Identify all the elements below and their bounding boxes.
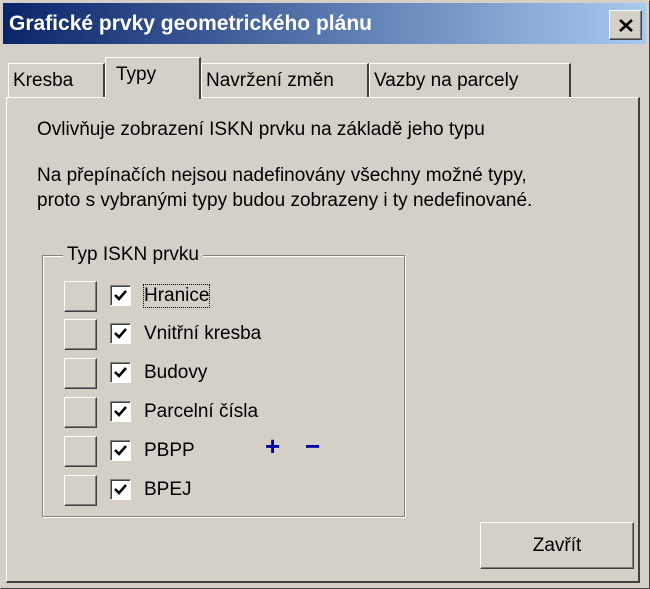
color-button-parcelni-cisla[interactable] bbox=[64, 397, 97, 428]
check-icon bbox=[114, 290, 127, 301]
tab-label: Navržení změn bbox=[206, 70, 334, 91]
check-icon bbox=[114, 445, 127, 456]
checkbox-budovy[interactable] bbox=[110, 362, 131, 383]
zoom-out-button[interactable]: − bbox=[305, 433, 320, 459]
check-icon bbox=[114, 367, 127, 378]
description-line-2: Na přepínačích nejsou nadefinovány všech… bbox=[37, 165, 527, 186]
tab-label: Typy bbox=[116, 64, 157, 85]
tab-typy[interactable]: Typy bbox=[105, 57, 201, 99]
window-title: Grafické prvky geometrického plánu bbox=[9, 12, 372, 35]
color-button-vnitrni-kresba[interactable] bbox=[64, 319, 97, 350]
checkbox-vnitrni-kresba[interactable] bbox=[110, 323, 131, 344]
check-icon bbox=[114, 484, 127, 495]
title-bar[interactable]: Grafické prvky geometrického plánu bbox=[3, 3, 646, 44]
checkbox-pbpp[interactable] bbox=[110, 440, 131, 461]
color-button-pbpp[interactable] bbox=[64, 436, 97, 467]
tab-kresba[interactable]: Kresba bbox=[8, 63, 105, 97]
color-button-hranice[interactable] bbox=[64, 281, 97, 312]
checkbox-label-budovy[interactable]: Budovy bbox=[144, 362, 207, 384]
tab-vazby-na-parcely[interactable]: Vazby na parcely bbox=[369, 63, 571, 97]
close-window-button[interactable] bbox=[609, 10, 642, 40]
checkbox-label-parcelni-cisla[interactable]: Parcelní čísla bbox=[144, 401, 258, 423]
color-button-bpej[interactable] bbox=[64, 475, 97, 506]
checkbox-bpej[interactable] bbox=[110, 479, 131, 500]
description-line-1: Ovlivňuje zobrazení ISKN prvku na základ… bbox=[37, 119, 485, 140]
checkbox-label-vnitrni-kresba[interactable]: Vnitřní kresba bbox=[144, 323, 261, 345]
checkbox-parcelni-cisla[interactable] bbox=[110, 401, 131, 422]
checkbox-hranice[interactable] bbox=[110, 285, 131, 306]
tab-navrzeni-zmen[interactable]: Navržení změn bbox=[201, 63, 369, 97]
color-button-budovy[interactable] bbox=[64, 358, 97, 389]
tab-label: Vazby na parcely bbox=[374, 70, 519, 91]
check-icon bbox=[114, 406, 127, 417]
close-button-label: Zavřít bbox=[532, 534, 582, 556]
checkbox-label-pbpp[interactable]: PBPP bbox=[144, 440, 195, 462]
close-icon bbox=[618, 14, 633, 36]
close-button[interactable]: Zavřít bbox=[480, 522, 634, 569]
checkbox-label-bpej[interactable]: BPEJ bbox=[144, 479, 192, 501]
zoom-in-button[interactable]: + bbox=[265, 433, 280, 459]
checkbox-label-hranice[interactable]: Hranice bbox=[142, 284, 211, 308]
description-line-3: proto s vybranými typy budou zobrazeny i… bbox=[37, 190, 533, 211]
check-icon bbox=[114, 328, 127, 339]
tab-label: Kresba bbox=[13, 70, 74, 91]
dialog-window: Grafické prvky geometrického plánu Kresb… bbox=[0, 0, 650, 589]
group-label: Typ ISKN prvku bbox=[63, 244, 203, 266]
